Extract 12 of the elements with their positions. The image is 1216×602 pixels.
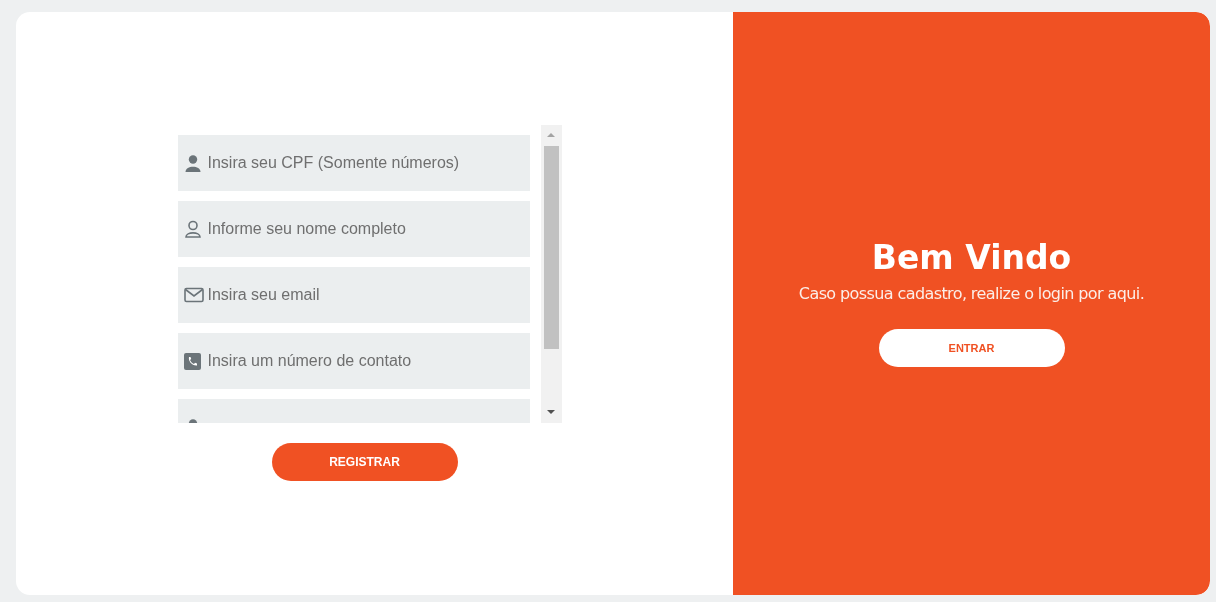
person-icon	[183, 154, 202, 172]
scrollbar[interactable]	[540, 125, 562, 423]
welcome-subtitle: Caso possua cadastro, realize o login por aqui.	[798, 284, 1145, 303]
login-button[interactable]: ENTRAR	[878, 329, 1065, 367]
envelope-icon	[183, 287, 204, 303]
input-field[interactable]: Insira seu email	[177, 267, 530, 323]
welcome-title: Bem Vindo	[871, 238, 1072, 278]
input-field[interactable]: Informe seu nome completo	[177, 201, 530, 257]
person-outline-icon	[183, 220, 202, 238]
input-field[interactable]: Insira um número de contato	[177, 333, 530, 389]
register-button[interactable]: REGISTRAR	[271, 443, 458, 481]
input-field[interactable]: Insira seu CPF (Somente números)	[177, 135, 530, 191]
